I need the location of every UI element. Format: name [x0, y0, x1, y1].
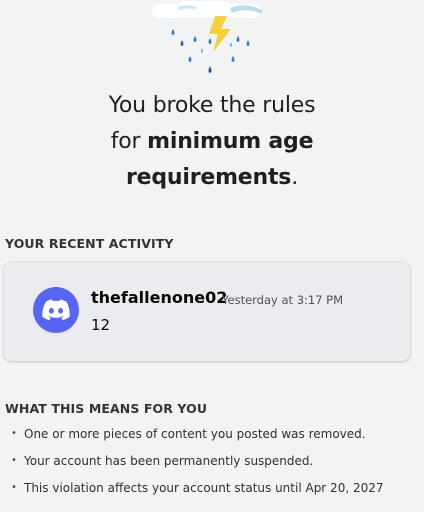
headline-line-3: requirements.: [0, 160, 424, 196]
list-item: • Your account has been permanently suspe…: [0, 451, 384, 478]
storm-cloud-illustration: [152, 1, 262, 73]
headline-line-2: for minimum age: [0, 124, 424, 160]
what-this-means-heading: WHAT THIS MEANS FOR YOU: [5, 401, 208, 416]
headline-reason-part-1: minimum age: [147, 129, 314, 154]
bullet-icon: •: [11, 428, 17, 439]
consequence-text: Your account has been permanently suspen…: [24, 454, 314, 468]
discord-logo-icon: [42, 299, 70, 321]
recent-activity-heading: YOUR RECENT ACTIVITY: [5, 236, 174, 251]
list-item: • This violation affects your account sta…: [0, 478, 384, 505]
headline-line-1: You broke the rules: [108, 93, 316, 118]
lightning-bolt-icon: [209, 16, 231, 52]
activity-message: 12: [91, 316, 111, 334]
list-item: • One or more pieces of content you poste…: [0, 424, 384, 451]
consequences-list: • One or more pieces of content you poste…: [0, 424, 384, 505]
headline-suffix: .: [291, 165, 298, 190]
recent-activity-card: thefallenone02 Yesterday at 3:17 PM 12: [4, 262, 410, 361]
consequence-text: This violation affects your account stat…: [24, 481, 384, 495]
activity-timestamp: Yesterday at 3:17 PM: [222, 293, 344, 307]
avatar: [33, 287, 79, 333]
cloud-icon: [152, 1, 262, 18]
headline-prefix: for: [110, 129, 148, 154]
activity-username: thefallenone02: [91, 288, 228, 307]
headline-reason-part-2: requirements: [125, 165, 292, 190]
raindrop-dark-icon: [181, 41, 212, 73]
violation-headline: You broke the rules for minimum age requ…: [0, 88, 424, 196]
consequence-text: One or more pieces of content you posted…: [24, 427, 366, 441]
bullet-icon: •: [11, 482, 17, 493]
bullet-icon: •: [11, 455, 17, 466]
